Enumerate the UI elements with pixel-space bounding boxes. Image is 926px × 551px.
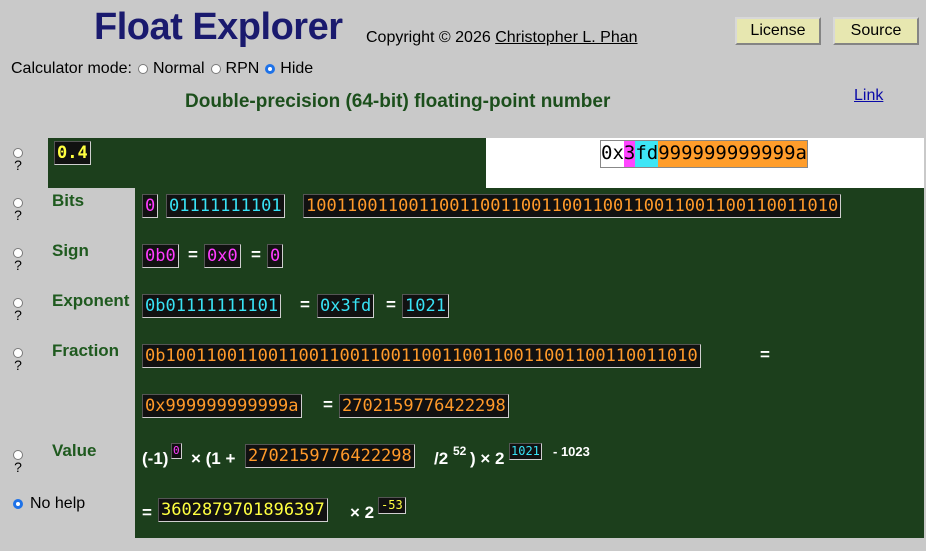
fraction-bin: 0b10011001100110011001100110011001100110…	[142, 344, 701, 368]
app-title: Float Explorer	[94, 6, 343, 48]
subtitle: Double-precision (64-bit) floating-point…	[185, 91, 611, 112]
mode-hide[interactable]: Hide	[265, 60, 313, 78]
help-question: ?	[14, 459, 22, 475]
value-over-two: /2	[434, 449, 449, 468]
copyright-text: Copyright © 2026	[366, 29, 496, 46]
bits-sign-field[interactable]: 0	[142, 194, 159, 218]
sign-hex: 0x0	[204, 244, 241, 268]
input-panel	[48, 138, 486, 188]
hex-display: 0x 3 fd 999999999999a	[600, 140, 808, 168]
no-help-label[interactable]: No help	[30, 495, 85, 513]
help-question: ?	[14, 157, 22, 173]
help-question: ?	[14, 207, 22, 223]
exponent-dec: 1021	[402, 294, 449, 318]
bits-exponent-field[interactable]: 01111111101	[166, 194, 285, 218]
exponent-label: Exponent	[52, 291, 130, 310]
mode-hide-label[interactable]: Hide	[280, 60, 313, 78]
value-final-exponent: -53	[378, 497, 406, 514]
help-radio-exponent[interactable]: ?	[13, 298, 23, 322]
fraction-hex: 0x999999999999a	[142, 394, 302, 418]
float-input[interactable]: 0.4	[54, 141, 91, 165]
sign-bin: 0b0	[142, 244, 179, 268]
value-pow52: 52	[453, 444, 467, 458]
bits-fraction-field[interactable]: 1001100110011001100110011001100110011001…	[303, 194, 842, 218]
mode-rpn-radio[interactable]	[210, 64, 221, 74]
exponent-hex: 0x3fd	[317, 294, 375, 318]
value-times-two: × 2	[350, 503, 375, 522]
mode-normal[interactable]: Normal	[137, 60, 205, 78]
mode-rpn[interactable]: RPN	[210, 60, 260, 78]
permalink[interactable]: Link	[854, 87, 883, 105]
license-button[interactable]: License	[735, 17, 821, 45]
mode-hide-radio[interactable]	[265, 64, 276, 74]
hex-sign-part: 3	[623, 141, 636, 167]
exponent-bin: 0b01111111101	[142, 294, 282, 318]
value-close-times-two: ) × 2	[470, 449, 505, 468]
value-label: Value	[52, 441, 97, 460]
help-radio-fraction[interactable]: ?	[13, 348, 23, 372]
help-radio-bits[interactable]: ?	[13, 198, 23, 222]
equals-sign: =	[188, 245, 198, 264]
help-question: ?	[14, 307, 22, 323]
calculator-mode: Calculator mode: Normal RPN Hide	[11, 60, 313, 78]
value-times-one-plus: × (1 +	[191, 449, 236, 468]
help-radio-value[interactable]: ?	[13, 450, 23, 474]
hex-prefix: 0x	[601, 142, 624, 164]
equals-sign: =	[323, 395, 333, 414]
mode-rpn-label[interactable]: RPN	[226, 60, 260, 78]
value-exponent: 1021	[509, 443, 542, 460]
mode-normal-radio[interactable]	[137, 64, 148, 74]
value-significand: 3602879701896397	[158, 498, 328, 522]
value-neg-one: (-1)	[142, 449, 169, 468]
value-minus-bias: - 1023	[553, 444, 590, 459]
help-radio-input[interactable]: ?	[13, 148, 23, 172]
equals-sign: =	[142, 503, 152, 522]
help-question: ?	[14, 257, 22, 273]
help-question: ?	[14, 357, 22, 373]
copyright: Copyright © 2026 Christopher L. Phan	[366, 29, 638, 47]
equals-sign: =	[300, 295, 310, 314]
sign-dec: 0	[267, 244, 284, 268]
help-radio-sign[interactable]: ?	[13, 248, 23, 272]
fraction-dec: 2702159776422298	[339, 394, 509, 418]
source-button[interactable]: Source	[833, 17, 919, 45]
calculator-mode-label: Calculator mode:	[11, 60, 132, 77]
author-link[interactable]: Christopher L. Phan	[495, 29, 637, 46]
mode-normal-label[interactable]: Normal	[153, 60, 205, 78]
hex-frac-part: 999999999999a	[658, 141, 807, 167]
sign-label: Sign	[52, 241, 89, 260]
value-sign-exponent: 0	[171, 443, 182, 459]
fraction-label: Fraction	[52, 341, 120, 360]
bits-label: Bits	[52, 191, 85, 210]
no-help-option[interactable]: No help	[13, 495, 85, 513]
no-help-radio[interactable]	[13, 499, 23, 509]
value-fraction: 2702159776422298	[245, 444, 415, 468]
equals-sign: =	[251, 245, 261, 264]
equals-sign: =	[760, 345, 770, 364]
equals-sign: =	[386, 295, 396, 314]
hex-exp-part: fd	[635, 141, 659, 167]
